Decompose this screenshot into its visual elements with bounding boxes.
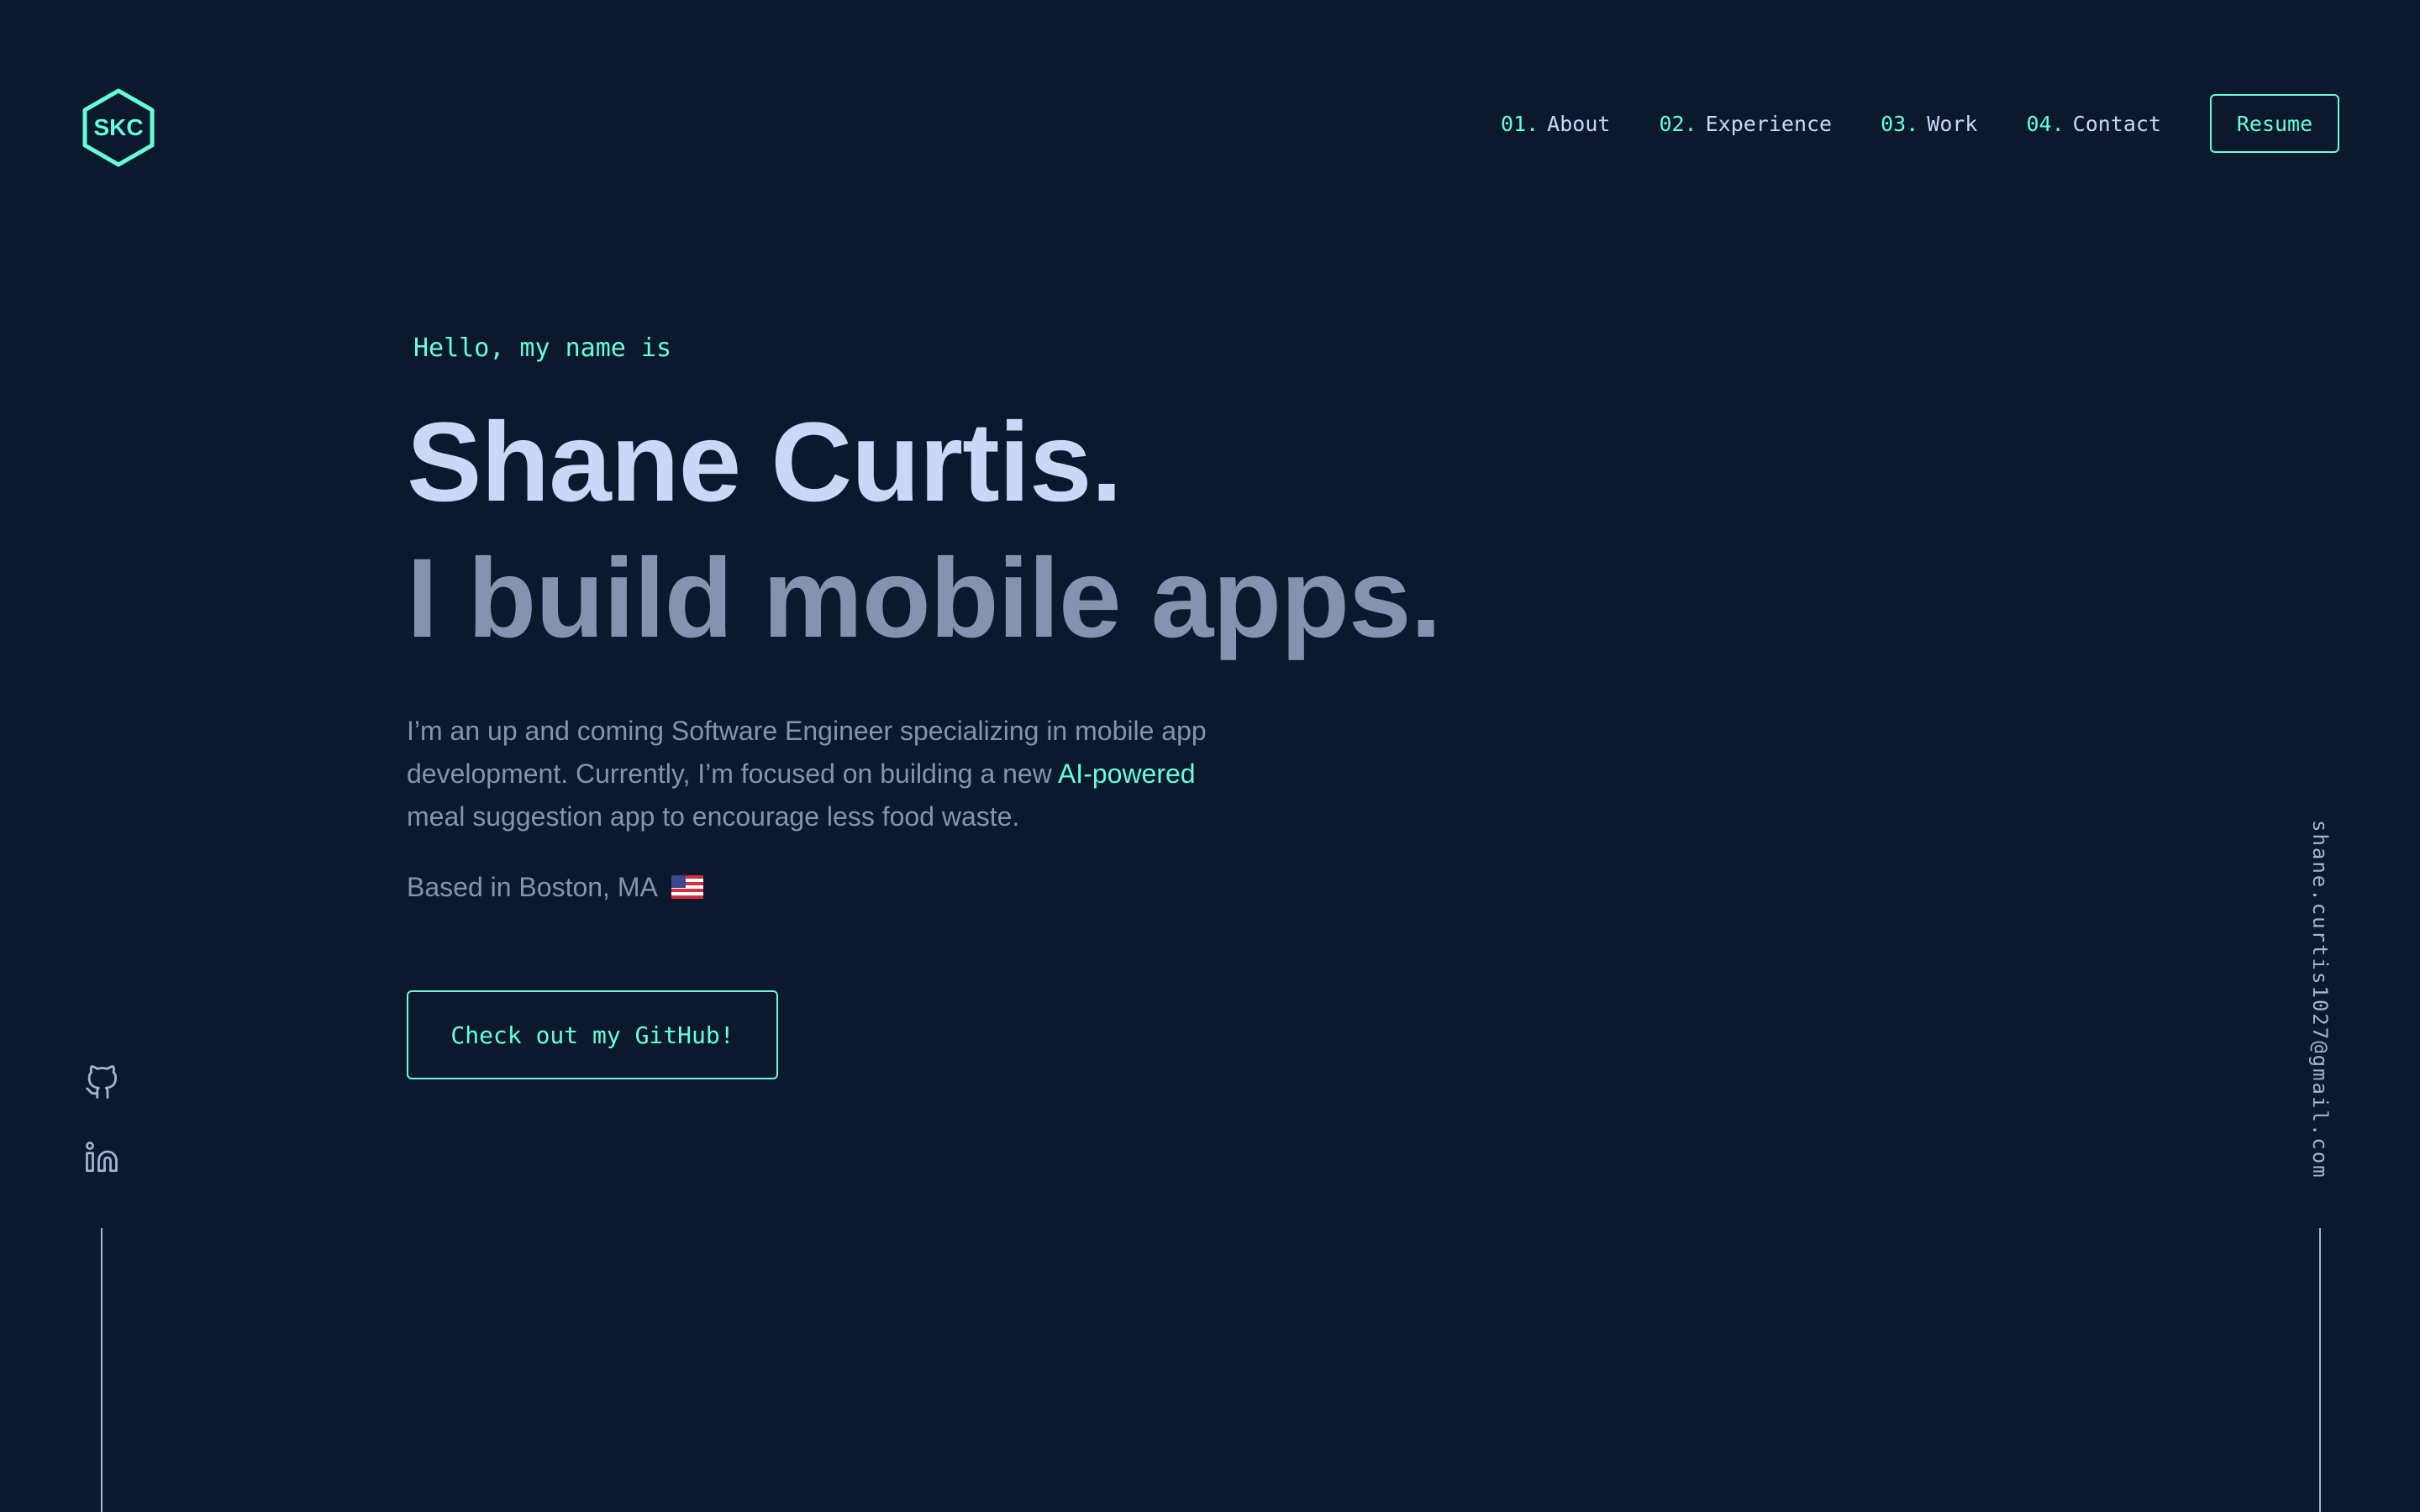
- github-cta-button[interactable]: Check out my GitHub!: [407, 990, 778, 1079]
- hero-bio: I’m an up and coming Software Engineer s…: [407, 710, 1247, 838]
- location-text: Based in Boston, MA: [407, 872, 658, 902]
- main-nav: 01. About 02. Experience 03. Work 04. Co…: [1501, 92, 2339, 155]
- linkedin-link[interactable]: [84, 1140, 119, 1175]
- nav-item-about[interactable]: 01. About: [1501, 112, 1610, 136]
- nav-item-label: Work: [1927, 111, 1978, 136]
- nav-item-number: 03.: [1881, 111, 1919, 136]
- nav-item-contact[interactable]: 04. Contact: [2026, 112, 2161, 136]
- nav-item-label: Experience: [1705, 111, 1833, 136]
- right-divider-line: [2319, 1228, 2321, 1512]
- nav-item-number: 04.: [2026, 111, 2065, 136]
- bio-text-end: meal suggestion app to encourage less fo…: [407, 801, 1020, 832]
- nav-item-number: 01.: [1501, 111, 1539, 136]
- left-divider-line: [101, 1228, 103, 1512]
- hero-name: Shane Curtis.: [407, 400, 1123, 525]
- nav-item-label: About: [1547, 111, 1611, 136]
- nav-item-number: 02.: [1659, 111, 1697, 136]
- email-link[interactable]: shane.curtis1027@gmail.com: [2308, 820, 2332, 1179]
- us-flag-icon: [671, 875, 703, 899]
- hero-location: Based in Boston, MA: [407, 869, 1667, 906]
- github-icon: [86, 1065, 118, 1099]
- resume-button[interactable]: Resume: [2210, 94, 2339, 153]
- hero-tagline: I build mobile apps.: [407, 536, 1442, 661]
- nav-item-experience[interactable]: 02. Experience: [1659, 112, 1832, 136]
- bio-highlight: AI-powered: [1057, 759, 1196, 789]
- hero-greeting: Hello, my name is: [413, 333, 672, 363]
- github-link[interactable]: [84, 1065, 119, 1100]
- hero-section: Hello, my name is Shane Curtis. I build …: [407, 332, 1667, 906]
- logo-text: SKC: [93, 114, 144, 140]
- nav-item-label: Contact: [2072, 111, 2161, 136]
- linkedin-icon: [86, 1142, 118, 1173]
- nav-item-work[interactable]: 03. Work: [1881, 112, 1977, 136]
- logo[interactable]: SKC: [81, 87, 156, 168]
